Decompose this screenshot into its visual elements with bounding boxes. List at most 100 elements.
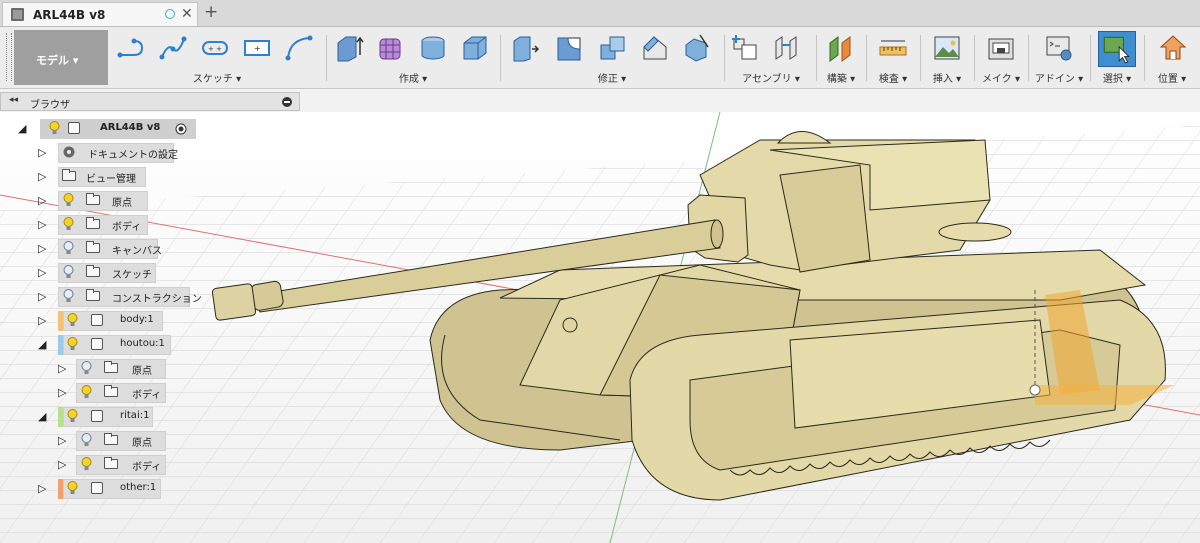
cylinder-icon[interactable]: [418, 33, 448, 63]
joint-icon[interactable]: [772, 33, 802, 63]
extrude-icon[interactable]: [334, 33, 364, 63]
tree-node-bodies[interactable]: ▷ ボディ: [0, 454, 210, 476]
tree-node-sketches[interactable]: ▷ スケッチ: [0, 262, 210, 284]
insert-group-label[interactable]: 挿入 ▾: [922, 70, 972, 85]
tree-node-origin[interactable]: ▷ 原点: [0, 430, 210, 452]
rectangle-icon[interactable]: +: [242, 33, 272, 63]
select-icon[interactable]: [1098, 31, 1136, 67]
box-icon[interactable]: [460, 33, 490, 63]
separator: [866, 35, 867, 81]
sketch-group: + + + スケッチ ▾: [112, 29, 322, 87]
visibility-bulb-icon[interactable]: [81, 385, 92, 399]
visibility-bulb-icon[interactable]: [63, 241, 74, 255]
spline-icon[interactable]: [158, 33, 188, 63]
expand-triangle-icon[interactable]: ▷: [38, 314, 46, 327]
minimize-panel-icon[interactable]: [282, 97, 292, 107]
component-icon: [91, 314, 103, 326]
create-group-label[interactable]: 作成 ▾: [330, 70, 496, 85]
collapse-triangle-icon[interactable]: ◢: [38, 410, 46, 423]
expand-triangle-icon[interactable]: ▷: [38, 290, 46, 303]
new-tab-button[interactable]: +: [204, 2, 218, 22]
close-tab-icon[interactable]: ✕: [181, 6, 193, 22]
visibility-bulb-icon[interactable]: [67, 313, 78, 327]
tree-node-component[interactable]: ◢ houtou:1: [0, 334, 210, 356]
visibility-bulb-icon[interactable]: [67, 409, 78, 423]
insert-image-icon[interactable]: [932, 33, 962, 63]
tree-node-canvases[interactable]: ▷ キャンバス: [0, 238, 210, 260]
3d-print-icon[interactable]: [986, 33, 1016, 63]
activate-radio-icon[interactable]: [175, 123, 187, 135]
position-group-label[interactable]: 位置 ▾: [1146, 70, 1198, 85]
tree-node-construction[interactable]: ▷ コンストラクション: [0, 286, 210, 308]
make-group: メイク ▾: [976, 29, 1026, 87]
visibility-bulb-icon[interactable]: [63, 193, 74, 207]
assemble-group-label[interactable]: アセンブリ ▾: [728, 70, 814, 85]
tree-node-named-views[interactable]: ▷ ビュー管理: [0, 166, 210, 188]
collapse-triangle-icon[interactable]: ◢: [38, 338, 46, 351]
tree-node-component[interactable]: ▷ body:1: [0, 310, 210, 332]
mesh-body-icon[interactable]: [376, 33, 406, 63]
expand-triangle-icon[interactable]: ▷: [38, 218, 46, 231]
add-ins-group-label[interactable]: アドイン ▾: [1030, 70, 1088, 85]
arc-icon[interactable]: [284, 33, 314, 63]
new-component-icon[interactable]: [730, 33, 760, 63]
tree-node-origin[interactable]: ▷ 原点: [0, 358, 210, 380]
visibility-bulb-icon[interactable]: [67, 481, 78, 495]
collapse-panel-icon[interactable]: ◂◂: [9, 95, 18, 105]
expand-triangle-icon[interactable]: ▷: [58, 386, 66, 399]
press-pull-icon[interactable]: [510, 33, 540, 63]
tree-node-origin[interactable]: ▷ 原点: [0, 190, 210, 212]
tree-node-label: body:1: [120, 314, 154, 325]
visibility-bulb-icon[interactable]: [49, 121, 60, 135]
folder-icon: [104, 457, 118, 469]
capture-position-icon[interactable]: [1158, 33, 1188, 63]
measure-icon[interactable]: [878, 33, 908, 63]
sketch-group-label[interactable]: スケッチ ▾: [112, 70, 322, 85]
document-tab[interactable]: ARL44B v8 ✕: [2, 2, 198, 26]
chamfer-icon[interactable]: [640, 33, 670, 63]
workspace-switcher-button[interactable]: モデル ▾: [14, 30, 108, 85]
visibility-bulb-icon[interactable]: [63, 265, 74, 279]
tree-node-label: 原点: [112, 198, 132, 209]
toolbar-grip[interactable]: [6, 33, 12, 81]
visibility-bulb-icon[interactable]: [63, 217, 74, 231]
visibility-bulb-icon[interactable]: [81, 361, 92, 375]
inspect-group-label[interactable]: 検査 ▾: [868, 70, 918, 85]
slot-icon[interactable]: + +: [200, 33, 230, 63]
expand-triangle-icon[interactable]: ▷: [38, 146, 46, 159]
visibility-bulb-icon[interactable]: [67, 337, 78, 351]
fillet-icon[interactable]: [554, 33, 584, 63]
select-group: 選択 ▾: [1092, 29, 1142, 87]
visibility-bulb-icon[interactable]: [81, 457, 92, 471]
tree-node-label: 原点: [132, 438, 152, 449]
expand-triangle-icon[interactable]: ▷: [38, 194, 46, 207]
split-body-icon[interactable]: [682, 33, 712, 63]
expand-triangle-icon[interactable]: ▷: [58, 362, 66, 375]
combine-icon[interactable]: [598, 33, 628, 63]
tree-node-component[interactable]: ▷ other:1: [0, 478, 210, 500]
separator: [1028, 35, 1029, 81]
expand-triangle-icon[interactable]: ▷: [38, 266, 46, 279]
manipulator-point: [1029, 384, 1041, 396]
expand-triangle-icon[interactable]: ▷: [38, 242, 46, 255]
tree-node-component[interactable]: ◢ ritai:1: [0, 406, 210, 428]
construct-group-label[interactable]: 構築 ▾: [818, 70, 864, 85]
visibility-bulb-icon[interactable]: [81, 433, 92, 447]
modify-group-label[interactable]: 修正 ▾: [504, 70, 720, 85]
line-icon[interactable]: [116, 33, 146, 63]
make-group-label[interactable]: メイク ▾: [976, 70, 1026, 85]
expand-triangle-icon[interactable]: ▷: [58, 434, 66, 447]
visibility-bulb-icon[interactable]: [63, 289, 74, 303]
tree-node-document-settings[interactable]: ▷ ドキュメントの設定: [0, 142, 210, 164]
tree-node-root[interactable]: ◢ ARL44B v8: [0, 118, 210, 140]
expand-triangle-icon[interactable]: ◢: [18, 122, 26, 135]
expand-triangle-icon[interactable]: ▷: [38, 170, 46, 183]
expand-triangle-icon[interactable]: ▷: [58, 458, 66, 471]
expand-triangle-icon[interactable]: ▷: [38, 482, 46, 495]
select-group-label[interactable]: 選択 ▾: [1092, 70, 1142, 85]
tree-node-bodies[interactable]: ▷ ボディ: [0, 382, 210, 404]
folder-icon: [62, 169, 76, 181]
offset-plane-icon[interactable]: [826, 33, 856, 63]
tree-node-bodies[interactable]: ▷ ボディ: [0, 214, 210, 236]
scripts-icon[interactable]: [1044, 33, 1074, 63]
